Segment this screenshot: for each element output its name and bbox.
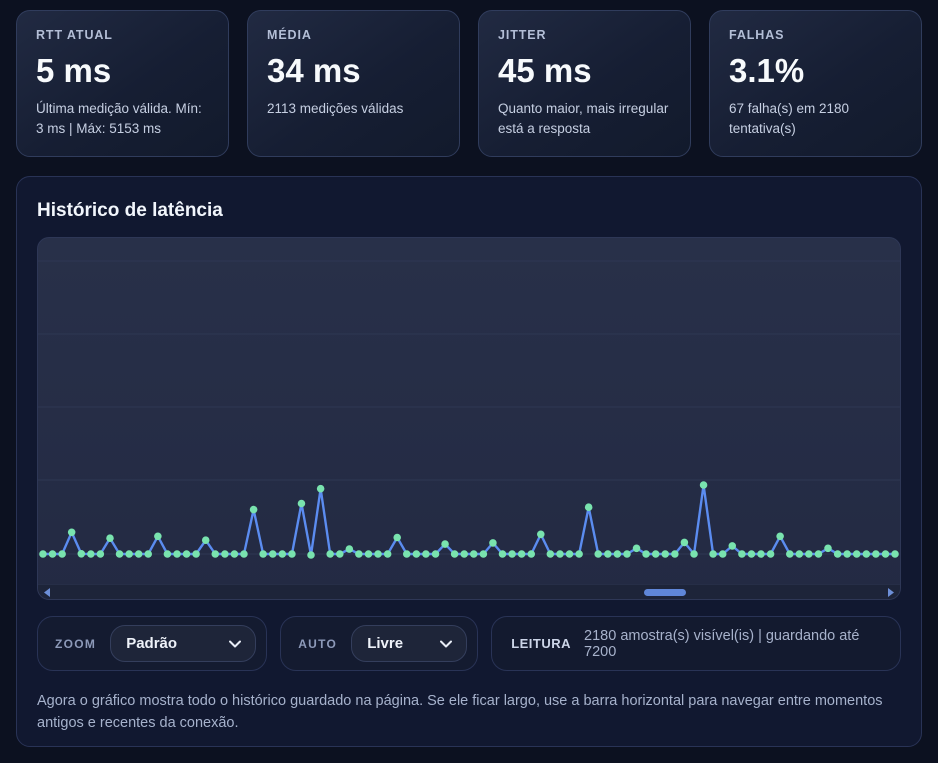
leitura-value: 2180 amostra(s) visível(is) | guardando … [584, 628, 881, 660]
auto-select-value: Livre [367, 635, 403, 652]
stat-value: 45 ms [498, 52, 671, 90]
stat-value: 5 ms [36, 52, 209, 90]
scroll-left-icon[interactable] [43, 588, 51, 597]
stat-desc: Quanto maior, mais irregular está a resp… [498, 99, 671, 140]
stat-value: 3.1% [729, 52, 902, 90]
stat-card-rtt: RTT ATUAL 5 ms Última medição válida. Mí… [16, 10, 229, 157]
auto-control: AUTO Livre [280, 616, 478, 671]
stat-desc: 67 falha(s) em 2180 tentativa(s) [729, 99, 902, 140]
zoom-control: ZOOM Padrão [37, 616, 267, 671]
zoom-label: ZOOM [55, 637, 96, 651]
scrollbar-thumb[interactable] [644, 589, 686, 596]
zoom-select[interactable]: Padrão [110, 625, 256, 662]
stat-card-falhas: FALHAS 3.1% 67 falha(s) em 2180 tentativ… [709, 10, 922, 157]
auto-select[interactable]: Livre [351, 625, 467, 662]
stat-desc: 2113 medições válidas [267, 99, 440, 119]
panel-title: Histórico de latência [37, 200, 901, 222]
panel-footnote: Agora o gráfico mostra todo o histórico … [37, 690, 901, 735]
stat-label: RTT ATUAL [36, 28, 209, 42]
chevron-down-icon [229, 640, 241, 648]
chart-scrollbar[interactable] [38, 584, 900, 599]
zoom-select-value: Padrão [126, 635, 177, 652]
latency-chart[interactable] [37, 237, 901, 600]
chart-controls: ZOOM Padrão AUTO Livre LEITURA 2180 amos… [37, 616, 901, 671]
auto-label: AUTO [298, 637, 337, 651]
latency-chart-svg[interactable] [38, 238, 900, 586]
chevron-down-icon [440, 640, 452, 648]
leitura-label: LEITURA [511, 636, 571, 651]
stat-label: MÉDIA [267, 28, 440, 42]
stat-desc: Última medição válida. Mín: 3 ms | Máx: … [36, 99, 209, 140]
stat-label: FALHAS [729, 28, 902, 42]
stat-card-jitter: JITTER 45 ms Quanto maior, mais irregula… [478, 10, 691, 157]
stat-card-media: MÉDIA 34 ms 2113 medições válidas [247, 10, 460, 157]
stat-label: JITTER [498, 28, 671, 42]
leitura-badge: LEITURA 2180 amostra(s) visível(is) | gu… [491, 616, 901, 671]
scroll-right-icon[interactable] [887, 588, 895, 597]
stat-value: 34 ms [267, 52, 440, 90]
stats-row: RTT ATUAL 5 ms Última medição válida. Mí… [0, 0, 938, 157]
latency-panel: Histórico de latência ZOOM Padrão AUTO [16, 176, 922, 747]
